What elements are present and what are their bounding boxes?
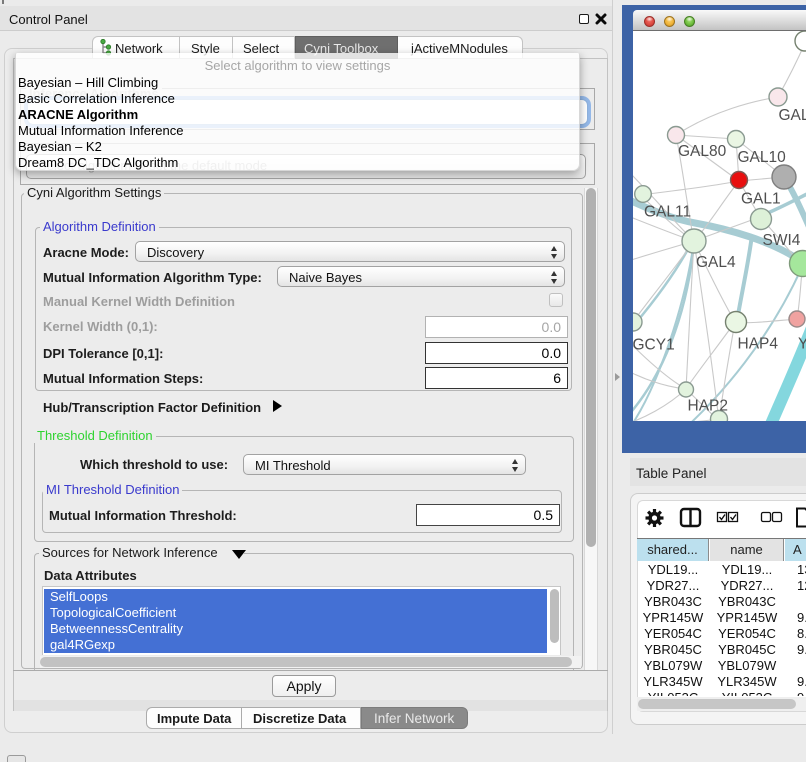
svg-text:GAL10: GAL10 (738, 149, 787, 166)
svg-text:Y: Y (798, 336, 806, 353)
svg-text:GAL4: GAL4 (696, 254, 736, 271)
svg-text:GCY1: GCY1 (633, 337, 675, 354)
svg-text:GAL80: GAL80 (678, 143, 727, 160)
svg-text:GAL1: GAL1 (741, 191, 781, 208)
svg-text:SWI4: SWI4 (763, 232, 801, 249)
svg-text:GAL11: GAL11 (644, 204, 691, 221)
svg-text:HAP4: HAP4 (738, 336, 779, 353)
svg-text:GAL: GAL (779, 107, 806, 124)
svg-text:HAP2: HAP2 (688, 398, 729, 415)
